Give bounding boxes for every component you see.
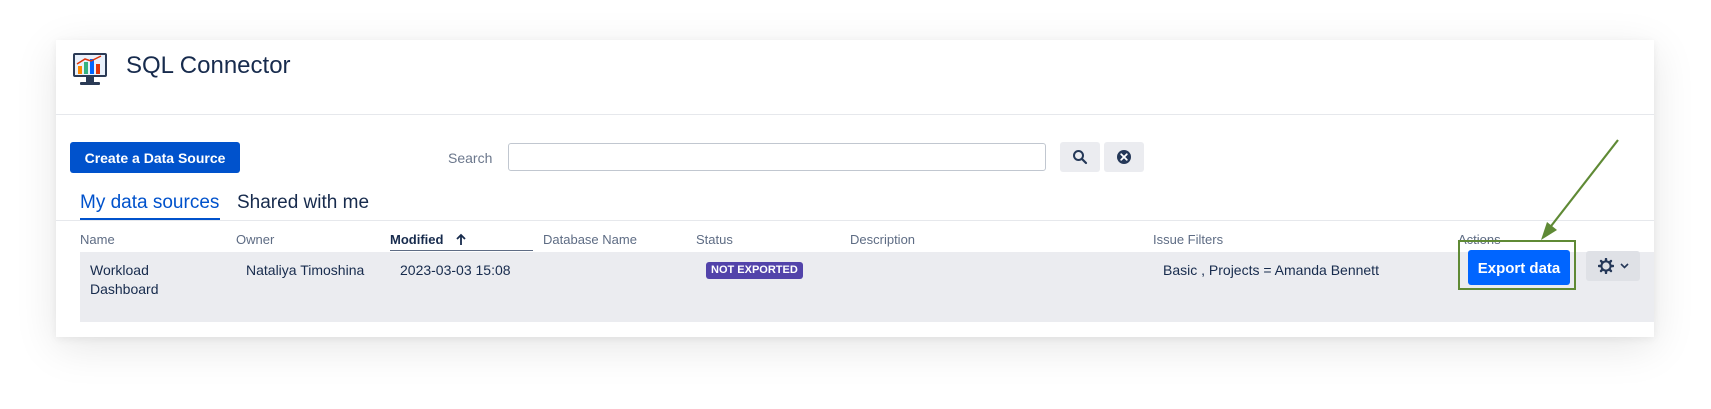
- app-title: SQL Connector: [126, 52, 291, 79]
- sorted-column-indicator: [390, 250, 533, 251]
- tab-shared-with-me[interactable]: Shared with me: [237, 192, 369, 214]
- column-header-description[interactable]: Description: [850, 232, 915, 247]
- create-data-source-button[interactable]: Create a Data Source: [70, 142, 240, 173]
- row-settings-dropdown[interactable]: [1586, 251, 1640, 281]
- clear-search-button[interactable]: [1104, 142, 1144, 172]
- search-input[interactable]: [508, 143, 1046, 171]
- tabs-divider: [56, 220, 1654, 221]
- sort-ascending-icon: [456, 233, 466, 245]
- chart-monitor-icon: [73, 53, 107, 85]
- row-name-line2: Dashboard: [90, 281, 159, 297]
- export-data-button[interactable]: Export data: [1468, 250, 1570, 285]
- header: SQL Connector: [56, 40, 1654, 115]
- column-header-status[interactable]: Status: [696, 232, 733, 247]
- column-header-database-name[interactable]: Database Name: [543, 232, 637, 247]
- status-badge: NOT EXPORTED: [706, 262, 803, 279]
- chevron-down-icon: [1619, 263, 1629, 269]
- search-label: Search: [448, 150, 493, 166]
- column-header-name[interactable]: Name: [80, 232, 115, 247]
- column-header-owner[interactable]: Owner: [236, 232, 274, 247]
- sql-connector-panel: SQL Connector Create a Data Source Searc…: [56, 40, 1654, 337]
- clear-icon: [1117, 150, 1131, 164]
- row-owner: Nataliya Timoshina: [246, 262, 365, 278]
- gear-icon: [1597, 258, 1614, 274]
- row-name[interactable]: Workload Dashboard: [90, 261, 159, 299]
- column-header-modified-label: Modified: [390, 232, 444, 247]
- row-modified: 2023-03-03 15:08: [400, 262, 511, 278]
- row-issue-filters: Basic , Projects = Amanda Bennett: [1163, 262, 1379, 278]
- row-name-line1: Workload: [90, 262, 149, 278]
- tab-my-data-sources[interactable]: My data sources: [80, 192, 219, 214]
- column-header-modified[interactable]: Modified: [390, 232, 467, 247]
- search-button[interactable]: [1060, 142, 1100, 172]
- column-header-issue-filters[interactable]: Issue Filters: [1153, 232, 1223, 247]
- search-icon: [1073, 150, 1088, 165]
